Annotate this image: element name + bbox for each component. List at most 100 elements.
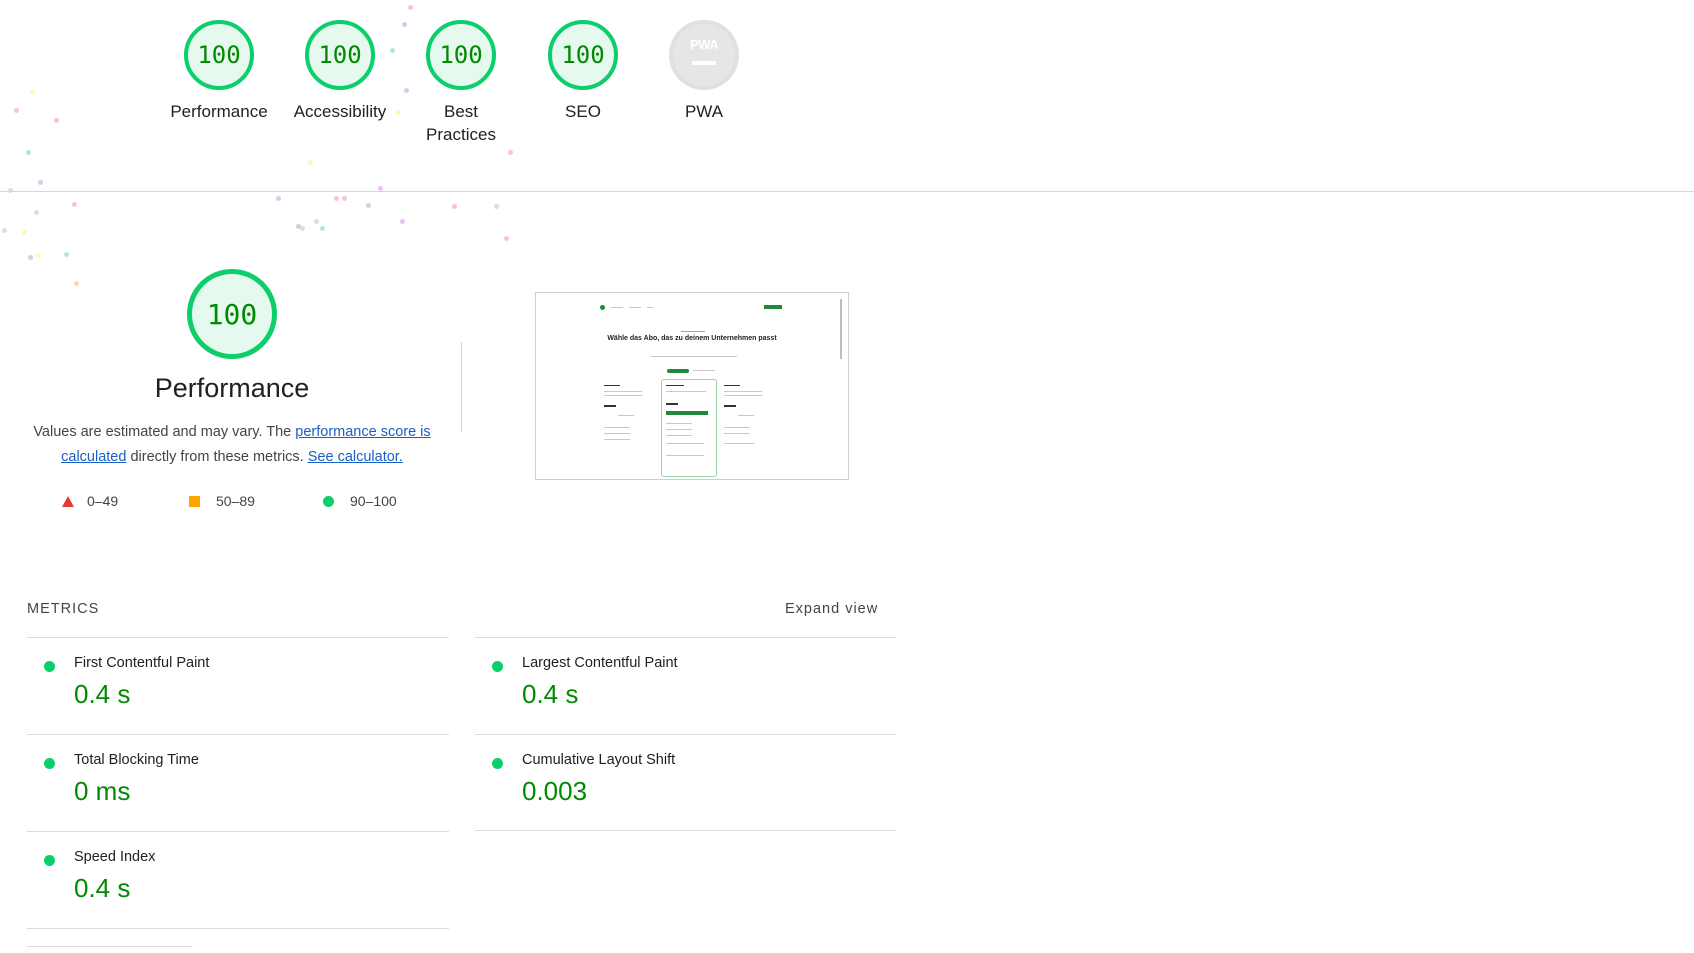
thumb-plan: [724, 427, 750, 428]
gauge-seo[interactable]: 100 SEO: [523, 20, 643, 123]
gauge-label: Accessibility: [293, 102, 387, 121]
score-value: 100: [206, 297, 258, 331]
metrics-heading: METRICS: [27, 601, 100, 617]
pwa-badge-icon: PWA: [689, 37, 719, 52]
pwa-ring: PWA: [669, 20, 739, 90]
metric-divider: [27, 734, 449, 735]
thumb-plan: [666, 423, 692, 424]
desc-text: directly from these metrics.: [126, 449, 308, 465]
thumb-plan: [724, 405, 736, 407]
thumb-plan: [604, 395, 642, 396]
metric-value: 0.4 s: [522, 679, 579, 709]
legend-label: 0–49: [87, 493, 119, 509]
average-square-icon: [189, 495, 200, 507]
metric-name: Cumulative Layout Shift: [522, 752, 676, 768]
metric-divider: [475, 830, 896, 831]
thumb-plan: [724, 433, 750, 434]
thumb-cta: [764, 305, 782, 309]
thumb-plan: [666, 435, 692, 436]
score-ring: 100: [548, 20, 618, 90]
pass-circle-icon: [44, 661, 55, 672]
thumb-heading: Wähle das Abo, das zu deinem Unternehmen…: [607, 335, 777, 342]
performance-score-gauge: 100: [187, 269, 277, 359]
metric-name: Largest Contentful Paint: [522, 655, 678, 671]
thumb-plan: [666, 429, 692, 430]
category-title: Performance: [154, 373, 310, 403]
pass-circle-icon: [492, 661, 503, 672]
thumb-plan: [666, 411, 708, 415]
thumb-featured-plan: [661, 379, 717, 477]
metric-name: First Contentful Paint: [74, 655, 210, 671]
thumb-plan: [604, 439, 630, 440]
category-description: Values are estimated and may vary. The p…: [28, 420, 436, 470]
thumb-plan: [724, 443, 754, 444]
metric-name: Speed Index: [74, 849, 156, 865]
thumb-plan: [604, 433, 630, 434]
legend-label: 90–100: [350, 493, 397, 509]
metric-divider: [475, 637, 896, 638]
thumb-nav: [611, 307, 623, 308]
metric-name: Total Blocking Time: [74, 752, 199, 768]
gauge-label: Best Practices: [426, 102, 496, 144]
thumb-scrollbar: [840, 299, 842, 359]
fail-triangle-icon: [62, 495, 74, 507]
score-ring: 100: [184, 20, 254, 90]
thumb-plan: [666, 391, 706, 392]
gauge-label: PWA: [684, 102, 724, 121]
legend-pass: 90–100: [323, 493, 397, 509]
legend-average: 50–89: [189, 493, 255, 509]
legend-fail: 0–49: [62, 493, 118, 509]
thumb-logo-icon: [600, 305, 605, 310]
score-ring: 100: [305, 20, 375, 90]
metric-value: 0.003: [522, 776, 588, 806]
pass-circle-icon: [44, 758, 55, 769]
thumb-plan: [604, 385, 620, 386]
partial-divider: [27, 946, 192, 947]
gauge-label: SEO: [565, 102, 601, 121]
see-calculator-link[interactable]: See calculator.: [308, 449, 403, 465]
thumb-plan: [604, 405, 616, 407]
score-value: 100: [439, 41, 483, 69]
score-value: 100: [561, 41, 605, 69]
thumb-plan: [666, 443, 704, 444]
thumb-plan: [724, 395, 762, 396]
thumb-nav: [647, 307, 653, 308]
section-divider: [0, 191, 1694, 192]
thumb-toggle: [693, 370, 715, 371]
metric-divider: [27, 928, 449, 929]
pass-circle-icon: [323, 495, 334, 507]
legend-label: 50–89: [216, 493, 255, 509]
metric-value: 0.4 s: [74, 679, 131, 709]
thumb-toggle: [667, 369, 689, 373]
vertical-divider: [461, 342, 462, 432]
score-value: 100: [197, 41, 241, 69]
metric-divider: [27, 637, 449, 638]
expand-view-toggle[interactable]: Expand view: [785, 601, 878, 617]
thumb-plan: [724, 391, 762, 392]
final-screenshot[interactable]: Wähle das Abo, das zu deinem Unternehmen…: [535, 292, 849, 480]
thumb-plan: [618, 415, 634, 416]
metric-value: 0.4 s: [74, 873, 131, 903]
pass-circle-icon: [492, 758, 503, 769]
gauge-label: Performance: [170, 102, 268, 121]
thumb-eyebrow: [681, 331, 705, 332]
score-ring: 100: [426, 20, 496, 90]
score-value: 100: [318, 41, 362, 69]
gauge-performance[interactable]: 100 Performance: [159, 20, 279, 123]
desc-text: Values are estimated and may vary. The: [33, 424, 296, 440]
metric-divider: [475, 734, 896, 735]
pass-circle-icon: [44, 855, 55, 866]
thumb-plan: [724, 385, 740, 386]
not-applicable-dash-icon: [692, 61, 716, 65]
thumb-subtitle: [651, 356, 737, 357]
thumb-plan: [666, 455, 704, 456]
gauge-pwa[interactable]: PWA PWA: [644, 20, 764, 123]
thumb-plan: [604, 391, 642, 392]
thumb-plan: [604, 427, 630, 428]
metric-value: 0 ms: [74, 776, 131, 806]
thumb-plan: [666, 403, 678, 405]
gauge-accessibility[interactable]: 100 Accessibility: [280, 20, 400, 123]
thumb-plan: [738, 415, 754, 416]
metric-divider: [27, 831, 449, 832]
gauge-best-practices[interactable]: 100 Best Practices: [401, 20, 521, 146]
